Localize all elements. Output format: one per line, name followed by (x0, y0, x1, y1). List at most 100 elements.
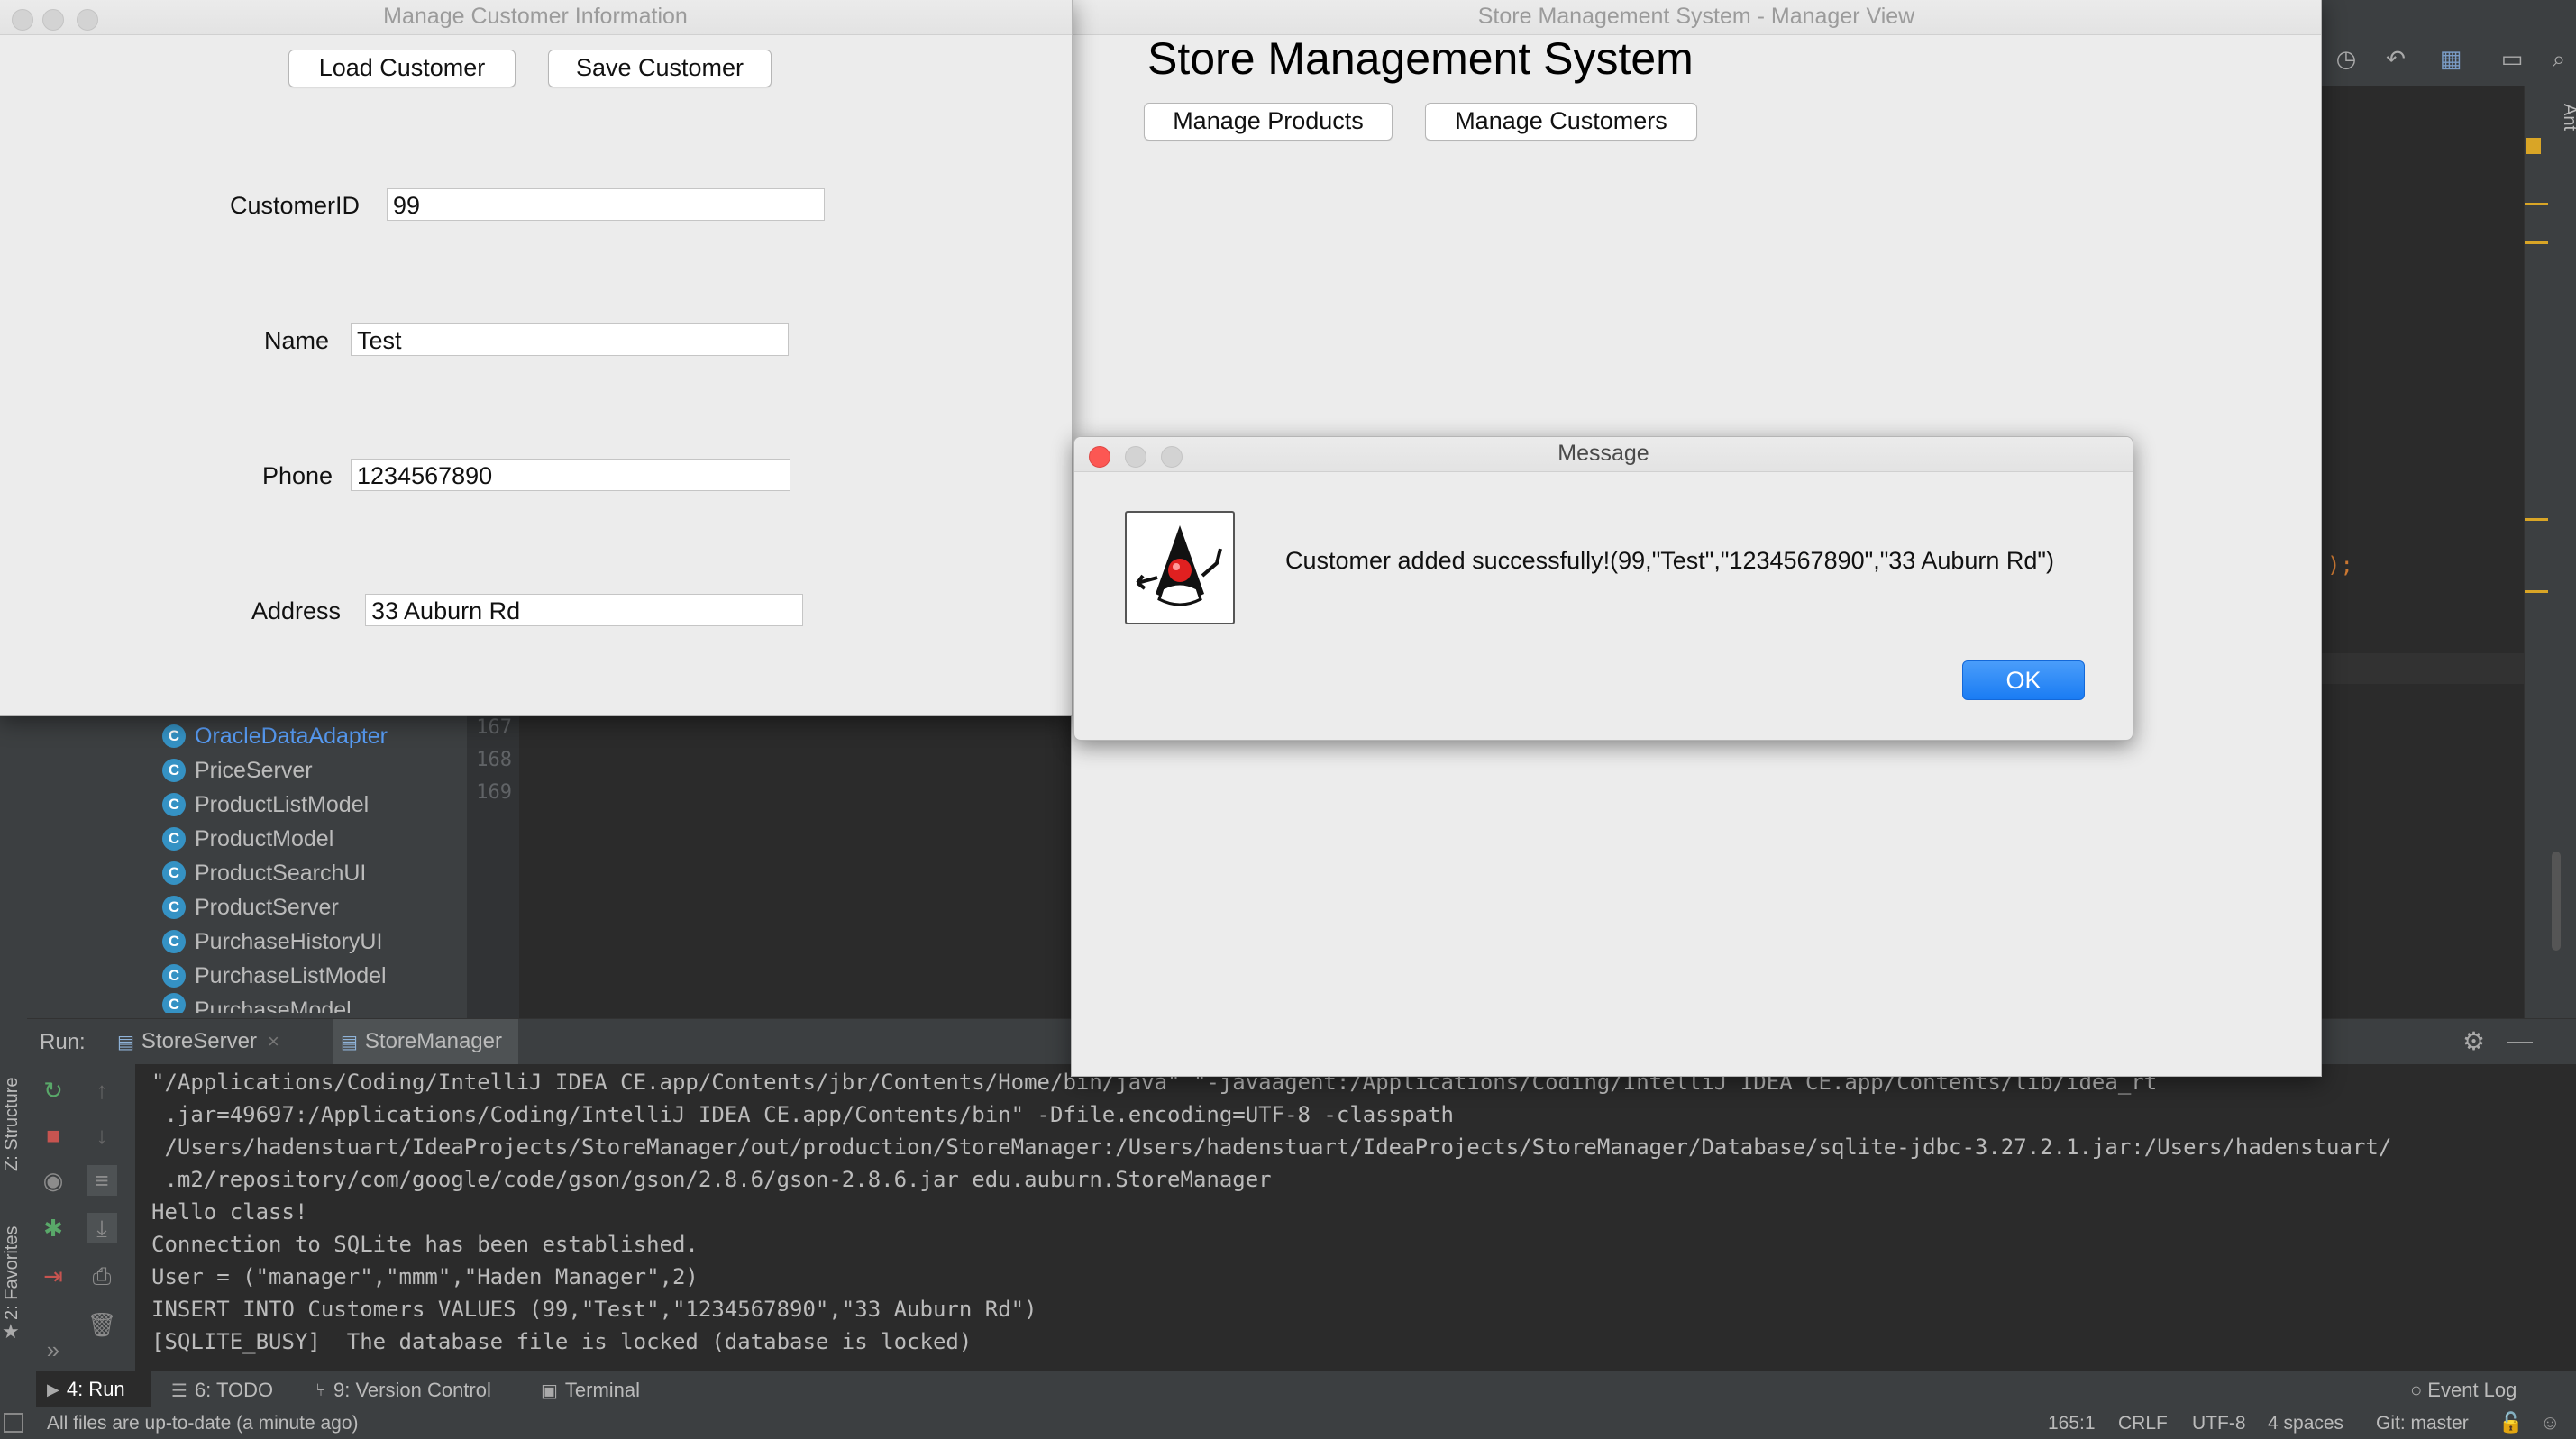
git-branch[interactable]: Git: master (2376, 1413, 2469, 1434)
tool-windows-icon[interactable] (4, 1413, 23, 1433)
tree-item[interactable]: C ProductListModel (162, 788, 388, 822)
camera-icon[interactable]: ◉ (38, 1165, 69, 1196)
run-toolbar: ↻ ↑ ■ ↓ ◉ ≡ ✱ ⤓ ⇥ ⎙ 🗑 » (27, 1064, 135, 1371)
address-field[interactable]: 33 Auburn Rd (365, 594, 803, 626)
status-bar: All files are up-to-date (a minute ago) … (0, 1407, 2576, 1439)
error-stripe-mark (2525, 518, 2548, 521)
project-tree-list: C OracleDataAdapter C PriceServer C Product… (162, 719, 388, 1013)
line-separator[interactable]: CRLF (2118, 1413, 2168, 1434)
project-structure-icon[interactable]: ▦ (2435, 43, 2466, 74)
tree-item[interactable]: C PurchaseModel (162, 993, 388, 1013)
phone-label: Phone (262, 462, 333, 489)
manage-customers-button[interactable]: Manage Customers (1425, 103, 1697, 141)
lock-icon[interactable]: 🔓 (2498, 1411, 2523, 1434)
tree-item[interactable]: C ProductServer (162, 890, 388, 924)
class-icon: C (162, 896, 186, 919)
message-dialog: Message Customer added successfully!(99,… (1073, 436, 2133, 741)
file-encoding[interactable]: UTF-8 (2192, 1413, 2246, 1434)
class-icon: C (162, 964, 186, 988)
list-icon: ☰ (171, 1380, 187, 1401)
tree-item[interactable]: C ProductSearchUI (162, 856, 388, 890)
phone-field[interactable]: 1234567890 (351, 459, 790, 491)
tree-item[interactable]: C ProductModel (162, 822, 388, 856)
console-output[interactable]: "/Applications/Coding/IntelliJ IDEA CE.a… (135, 1064, 2576, 1371)
console-line: .jar=49697:/Applications/Coding/IntelliJ… (151, 1102, 1454, 1127)
manage-products-button[interactable]: Manage Products (1144, 103, 1393, 141)
name-label: Name (264, 327, 330, 354)
customer-id-field[interactable]: 99 (387, 188, 825, 221)
caret-line-highlight (2322, 653, 2524, 684)
customer-titlebar[interactable]: Manage Customer Information (0, 0, 1072, 35)
tab-todo[interactable]: ☰ 6: TODO (171, 1379, 273, 1402)
project-tree-panel: C OracleDataAdapter C PriceServer C Product… (27, 712, 467, 1018)
class-icon: C (162, 724, 186, 748)
status-message: All files are up-to-date (a minute ago) (47, 1413, 359, 1434)
tree-item[interactable]: C PriceServer (162, 753, 388, 788)
history-icon[interactable]: ◷ (2331, 43, 2361, 74)
java-duke-icon (1125, 511, 1235, 624)
structure-side-tab[interactable]: Z: Structure (2, 1036, 25, 1171)
minimize-icon[interactable]: — (2507, 1026, 2533, 1055)
caret-position[interactable]: 165:1 (2048, 1413, 2096, 1434)
message-title: Message (1557, 441, 1649, 466)
tree-item[interactable]: C PurchaseHistoryUI (162, 924, 388, 959)
tab-terminal[interactable]: ▣ Terminal (541, 1379, 640, 1402)
warning-marker (2526, 138, 2541, 154)
more-icon[interactable]: » (38, 1334, 69, 1365)
ant-side-tab[interactable]: Ant (2559, 104, 2576, 131)
code-editor-right[interactable]: ); (2322, 86, 2520, 1023)
class-icon: C (162, 861, 186, 885)
close-icon[interactable]: × (268, 1030, 279, 1053)
undo-icon[interactable]: ↶ (2380, 43, 2411, 74)
scroll-down-icon[interactable]: ↓ (87, 1120, 117, 1151)
manager-window-title: Store Management System - Manager View (1477, 4, 1915, 29)
search-icon[interactable]: ⌕ (2544, 43, 2574, 74)
stop-icon[interactable]: ■ (38, 1120, 69, 1151)
favorites-side-tab[interactable]: 2: Favorites (2, 1212, 25, 1320)
tab-version-control[interactable]: ⑂ 9: Version Control (315, 1379, 491, 1402)
name-field[interactable]: Test (351, 323, 789, 356)
debug-icon[interactable]: ✱ (38, 1213, 69, 1243)
soft-wrap-icon[interactable]: ≡ (87, 1165, 117, 1196)
rerun-icon[interactable]: ↻ (38, 1075, 69, 1106)
settings-gear-icon[interactable]: ⚙ (2462, 1026, 2485, 1056)
tree-item[interactable]: C PurchaseListModel (162, 959, 388, 993)
line-number: 168 (476, 749, 512, 771)
address-label: Address (251, 597, 342, 624)
console-line: User = ("manager","mmm","Haden Manager",… (151, 1264, 699, 1289)
console-line: .m2/repository/com/google/code/gson/gson… (151, 1167, 1272, 1192)
error-stripe-marks (2525, 203, 2548, 244)
class-icon: C (162, 759, 186, 782)
star-icon: ★ (2, 1320, 20, 1343)
terminal-icon: ▣ (541, 1380, 558, 1401)
exit-icon[interactable]: ⇥ (38, 1261, 69, 1291)
message-text: Customer added successfully!(99,"Test","… (1285, 547, 2054, 574)
run-tab-storeserver[interactable]: ▤ StoreServer × (117, 1019, 279, 1064)
terminal-icon[interactable]: ▭ (2497, 43, 2527, 74)
scrollbar-thumb[interactable] (2552, 852, 2561, 951)
manager-heading: Store Management System (1147, 33, 1694, 84)
trash-icon[interactable]: 🗑 (87, 1309, 117, 1340)
run-label: Run: (40, 1030, 86, 1054)
tree-item[interactable]: C OracleDataAdapter (162, 719, 388, 753)
event-log-button[interactable]: ○ Event Log (2410, 1379, 2517, 1402)
scroll-to-end-icon[interactable]: ⤓ (87, 1213, 117, 1243)
save-customer-button[interactable]: Save Customer (548, 50, 772, 87)
console-line: /Users/hadenstuart/IdeaProjects/StoreMan… (151, 1134, 2392, 1160)
tab-run[interactable]: ▶ 4: Run (36, 1371, 151, 1407)
indent-setting[interactable]: 4 spaces (2268, 1413, 2343, 1434)
print-icon[interactable]: ⎙ (87, 1261, 117, 1291)
error-stripe-mark (2525, 590, 2548, 593)
load-customer-button[interactable]: Load Customer (288, 50, 516, 87)
customer-id-label: CustomerID (230, 192, 361, 219)
ok-button[interactable]: OK (1962, 660, 2085, 700)
inspector-icon[interactable]: ☺ (2540, 1411, 2560, 1434)
console-line: Connection to SQLite has been establishe… (151, 1232, 699, 1257)
ide-right-tool-stripe: Ant (2524, 86, 2576, 1023)
run-tab-storemanager[interactable]: ▤ StoreManager (333, 1019, 518, 1064)
scroll-up-icon[interactable]: ↑ (87, 1075, 117, 1106)
message-titlebar[interactable]: Message (1074, 437, 2133, 472)
customer-window-title: Manage Customer Information (383, 4, 688, 29)
bottom-tool-tabs: ▶ 4: Run ☰ 6: TODO ⑂ 9: Version Control … (0, 1371, 2576, 1407)
manager-titlebar[interactable]: Store Management System - Manager View (1072, 0, 2321, 35)
